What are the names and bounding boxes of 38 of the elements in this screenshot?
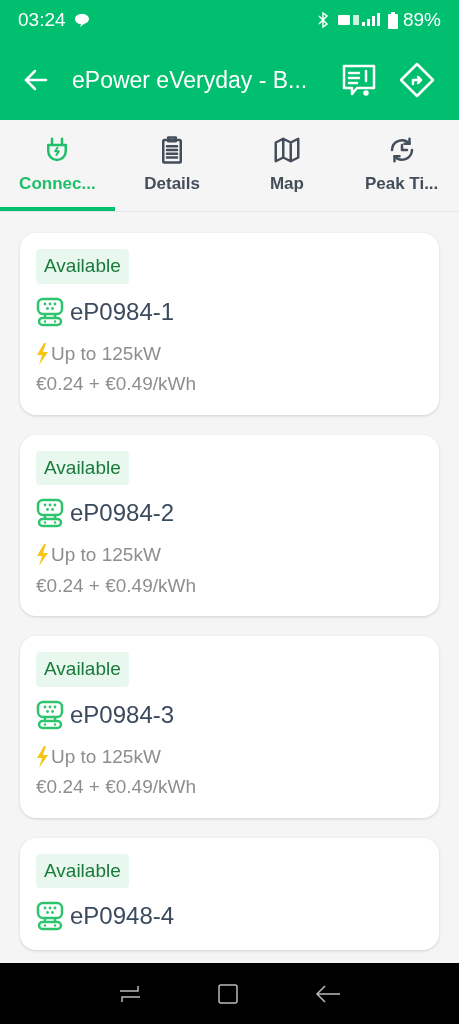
battery-level: 89% (402, 7, 441, 32)
status-label: Available (36, 853, 129, 888)
connector-icon (36, 296, 64, 327)
connector-card[interactable]: Available eP0948-4 (20, 837, 439, 950)
app-bar-title: ePower eVeryday - B... (72, 65, 308, 95)
recent-apps-button[interactable] (117, 984, 142, 1003)
price-text: €0.24 + €0.49/kWh (36, 775, 198, 799)
status-label: Available (36, 249, 129, 284)
battery-icon (387, 11, 398, 29)
price-text: €0.24 + €0.49/kWh (36, 573, 198, 598)
connector-name: eP0984-1 (70, 296, 175, 327)
connector-name: eP0984-2 (70, 498, 175, 528)
status-label: Available (36, 652, 129, 687)
home-button[interactable] (217, 982, 240, 1005)
lightning-icon (36, 745, 49, 768)
lightning-icon (36, 544, 49, 567)
connector-card[interactable]: Available eP0984-3 Up to 125kW €0.24 + €0.49/kWh (20, 636, 439, 818)
lightning-icon (36, 342, 49, 365)
connector-card[interactable]: Available eP0984-2 Up to 125kW €0.24 + €0.49/kWh (20, 434, 439, 616)
signal-icon (337, 13, 382, 27)
status-time: 03:24 (18, 7, 66, 32)
connector-icon (36, 901, 64, 931)
connector-icon (36, 498, 64, 528)
connector-icon (36, 699, 64, 730)
connector-card[interactable]: Available eP0984-1 Up to 125kW €0.24 + €0.49/kWh (20, 233, 439, 415)
connector-name: eP0948-4 (70, 901, 175, 931)
price-text: €0.24 + €0.49/kWh (36, 372, 198, 396)
connector-name: eP0984-3 (70, 699, 175, 730)
power-text: Up to 125kW (51, 543, 161, 567)
tab[interactable]: Details (114, 120, 230, 211)
power-text: Up to 125kW (51, 341, 161, 366)
tab[interactable]: Map (229, 120, 345, 211)
chat-bubble-icon (73, 13, 90, 27)
tab[interactable]: Peak Ti... (344, 120, 459, 211)
bluetooth-icon (317, 12, 328, 28)
power-text: Up to 125kW (51, 744, 161, 769)
back-nav-button[interactable] (315, 983, 342, 1004)
status-label: Available (36, 450, 129, 485)
